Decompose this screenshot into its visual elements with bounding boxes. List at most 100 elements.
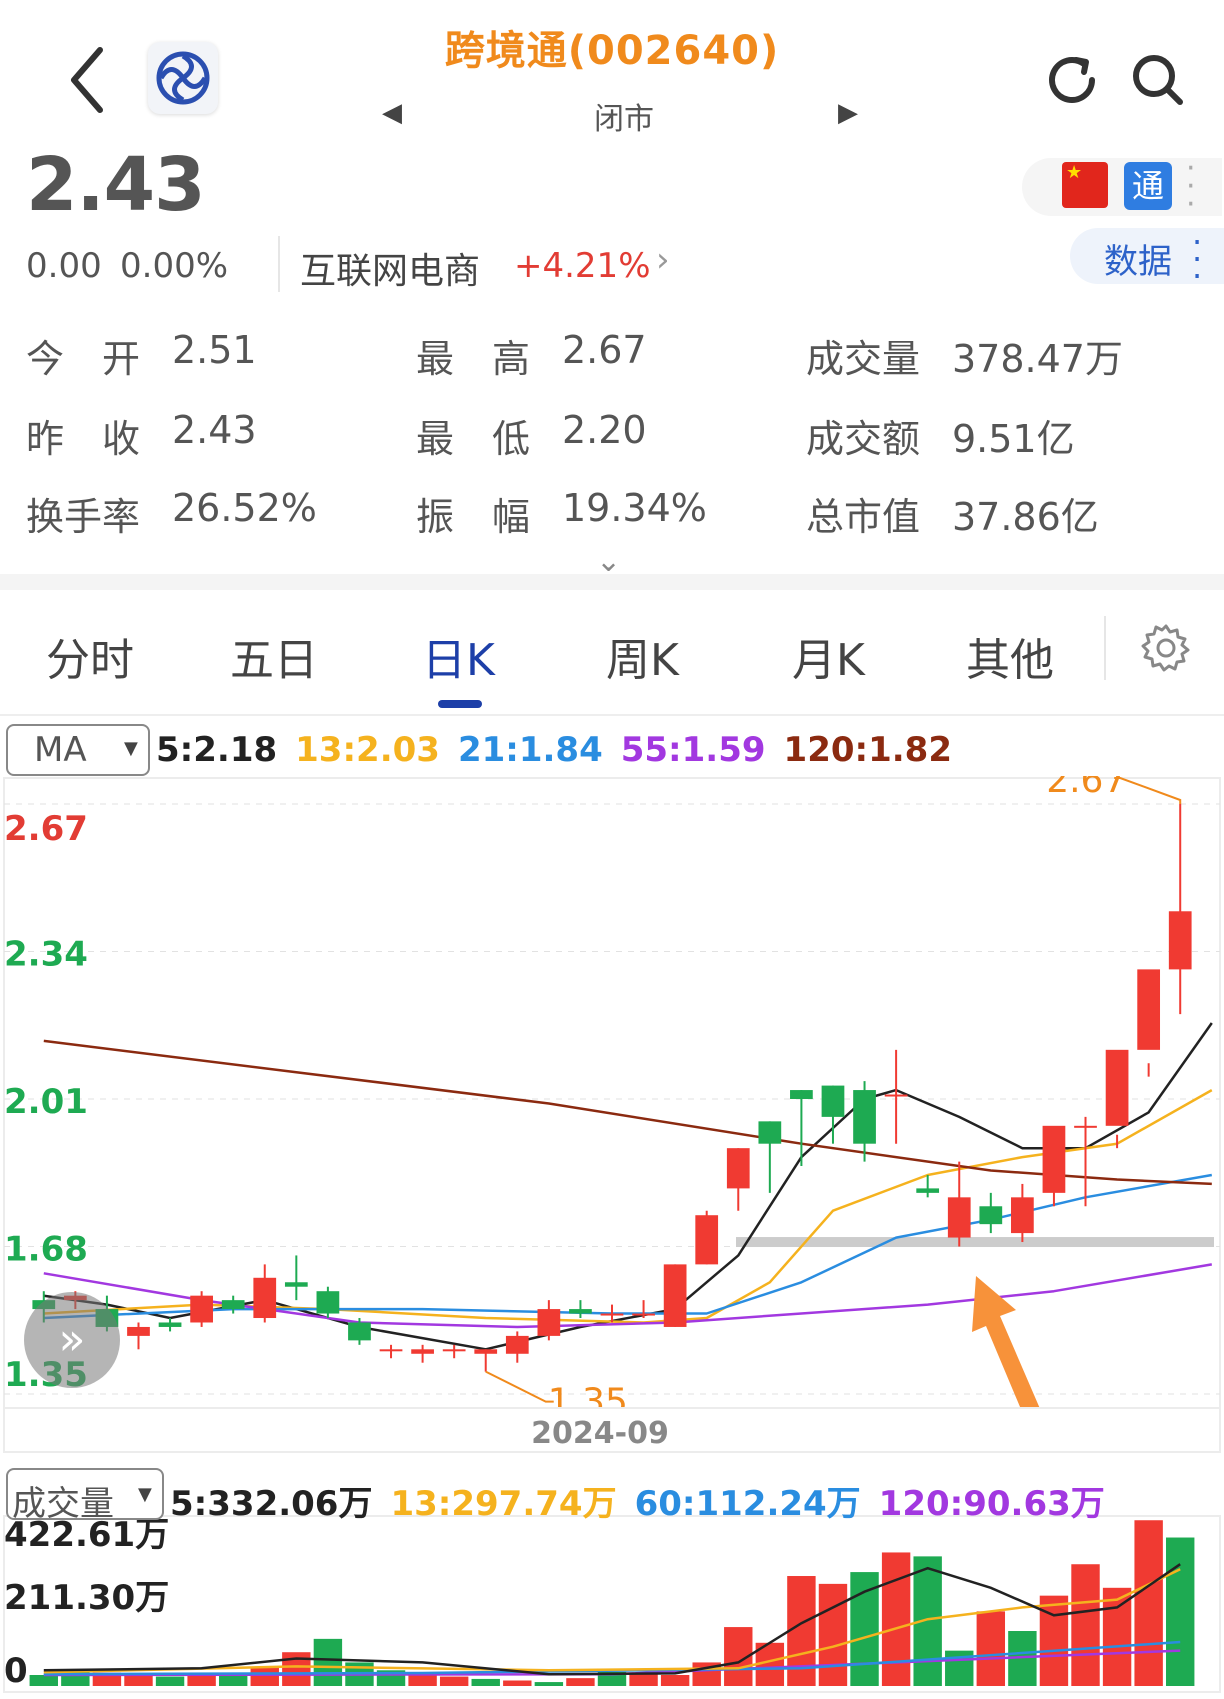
min-leader-line [485, 1370, 554, 1403]
price-change-percent: 0.00% [120, 246, 229, 286]
current-price: 2.43 [26, 142, 206, 228]
tab-intraday[interactable]: 分时 [46, 624, 134, 688]
more-vertical-icon[interactable]: · · · [1186, 154, 1196, 220]
volume-bar [629, 1674, 658, 1686]
ma-line-5 [43, 1022, 1213, 1351]
stat-label-high: 最 高 [416, 337, 531, 381]
ma-values-item: 120:1.82 [783, 730, 952, 770]
refresh-icon [1049, 57, 1095, 103]
volume-bar [471, 1678, 500, 1686]
section-gap [0, 574, 1224, 590]
candle-body [821, 1085, 845, 1117]
next-stock-button[interactable]: ▶ [838, 98, 858, 128]
china-flag-icon: ★ [1062, 162, 1108, 208]
volume-bar [1102, 1587, 1132, 1686]
y-tick-label: 1.68 [4, 1230, 88, 1270]
volume-bar [408, 1675, 437, 1686]
back-button[interactable] [58, 40, 118, 120]
candle-body [379, 1349, 403, 1352]
ma-line-13 [43, 1089, 1213, 1324]
volume-bar [976, 1611, 1006, 1686]
annotation-arrow-icon [972, 1276, 1044, 1426]
ma-values-item: 5:2.18 [156, 730, 278, 770]
tab-monthly-k[interactable]: 月K [792, 624, 865, 688]
chevron-right-icon[interactable]: › [656, 240, 670, 280]
candle-body [569, 1309, 592, 1314]
ma-values-item: 21:1.84 [457, 730, 603, 770]
vol-values-item: 120:90.63万 [878, 1484, 1105, 1524]
candle-body [695, 1215, 719, 1265]
candle-body [853, 1090, 876, 1144]
stat-value-amplitude: 19.34% [562, 486, 707, 530]
active-tab-indicator [438, 700, 482, 708]
candle-body [947, 1197, 971, 1238]
chevron-left-icon [71, 47, 103, 113]
caret-down-icon[interactable]: ▼ [124, 738, 138, 759]
candle-body [284, 1282, 308, 1287]
tab-weekly-k[interactable]: 周K [606, 624, 679, 688]
market-status: 闭市 [594, 102, 654, 137]
candle-body [221, 1300, 245, 1310]
prev-stock-button[interactable]: ◀ [382, 98, 402, 128]
candle-body [348, 1322, 371, 1341]
stat-value-high: 2.67 [562, 328, 647, 372]
volume-bar [29, 1675, 58, 1686]
volume-bar [1134, 1520, 1163, 1686]
volume-bar [881, 1552, 911, 1686]
tab-other[interactable]: 其他 [966, 624, 1054, 688]
ma-line-120 [43, 1039, 1212, 1186]
stat-value-turnover: 9.51亿 [952, 417, 1075, 461]
search-icon [1133, 55, 1183, 105]
tab-daily-k[interactable]: 日K [422, 624, 495, 688]
refresh-button[interactable] [1040, 48, 1104, 112]
stat-label-prev-close: 昨 收 [26, 417, 141, 461]
candle-body [411, 1349, 434, 1354]
search-button[interactable] [1126, 48, 1190, 112]
candle-body [1074, 1125, 1097, 1128]
candle-body [632, 1313, 655, 1316]
candle-body [790, 1090, 813, 1099]
stock-logo [148, 42, 218, 114]
candle-body [1042, 1125, 1066, 1193]
volume-bar [1166, 1537, 1195, 1686]
connect-badge[interactable]: 通 [1124, 162, 1172, 210]
volume-bar [1039, 1595, 1069, 1686]
industry-change-percent[interactable]: +4.21% [514, 246, 651, 286]
candle-body [474, 1349, 498, 1354]
volume-bar [818, 1583, 848, 1686]
stat-value-prev-close: 2.43 [172, 408, 257, 452]
candle-body [1168, 911, 1192, 970]
candle-body [884, 1094, 908, 1097]
candle-body [1105, 1049, 1129, 1126]
industry-link[interactable]: 互联网电商 [300, 242, 480, 294]
stat-label-low: 最 低 [416, 417, 531, 461]
caret-down-icon[interactable]: ▼ [138, 1484, 152, 1505]
vol-values-item: 60:112.24万 [634, 1484, 861, 1524]
divider [1104, 616, 1106, 680]
candle-body [316, 1291, 340, 1314]
page-title: 跨境通(002640) [444, 28, 780, 74]
candle-body [1137, 969, 1161, 1050]
volume-bar [566, 1678, 595, 1686]
volume-bar [439, 1676, 469, 1686]
kline-chart[interactable]: 2.672.342.011.681.352.671.352024-09422.6… [0, 776, 1224, 1699]
chart-settings-button[interactable] [1140, 622, 1192, 674]
candle-body [442, 1349, 466, 1352]
volume-bar [660, 1675, 690, 1686]
data-button-label[interactable]: 数据 [1104, 234, 1172, 283]
candle-body [127, 1326, 150, 1336]
volume-bar [155, 1676, 185, 1686]
expand-sidebar-button[interactable]: » [24, 1292, 120, 1388]
tab-five-day[interactable]: 五日 [230, 624, 318, 688]
stat-label-market-cap: 总市值 [806, 495, 921, 539]
volume-select-label[interactable]: 成交量 [12, 1476, 114, 1525]
volume-bar [534, 1682, 564, 1686]
more-vertical-icon[interactable]: · · · [1192, 226, 1202, 292]
candle-body [253, 1277, 277, 1319]
stat-label-turnover-rate: 换手率 [26, 495, 141, 539]
price-change: 0.00 [26, 246, 102, 286]
stat-value-market-cap: 37.86亿 [952, 495, 1099, 539]
stat-value-low: 2.20 [562, 408, 647, 452]
ma-select-label[interactable]: MA [34, 730, 87, 770]
candle-body [190, 1295, 213, 1323]
